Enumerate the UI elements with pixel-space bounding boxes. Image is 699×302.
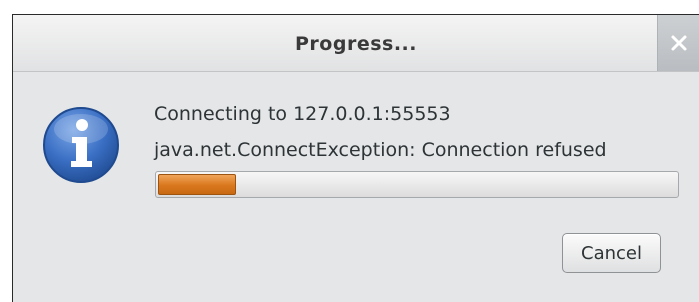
progress-bar-fill [158, 174, 236, 195]
error-message: java.net.ConnectException: Connection re… [154, 139, 607, 161]
close-button[interactable] [657, 15, 699, 71]
close-icon [671, 35, 686, 51]
progress-bar [155, 171, 679, 198]
cancel-button[interactable]: Cancel [562, 233, 661, 273]
dialog-titlebar[interactable]: Progress... [13, 15, 699, 72]
progress-dialog: Progress... Connecting to 127.0.0.1:5555… [12, 14, 699, 302]
dialog-title: Progress... [295, 33, 417, 55]
info-icon [43, 107, 119, 183]
status-message: Connecting to 127.0.0.1:55553 [154, 103, 451, 125]
